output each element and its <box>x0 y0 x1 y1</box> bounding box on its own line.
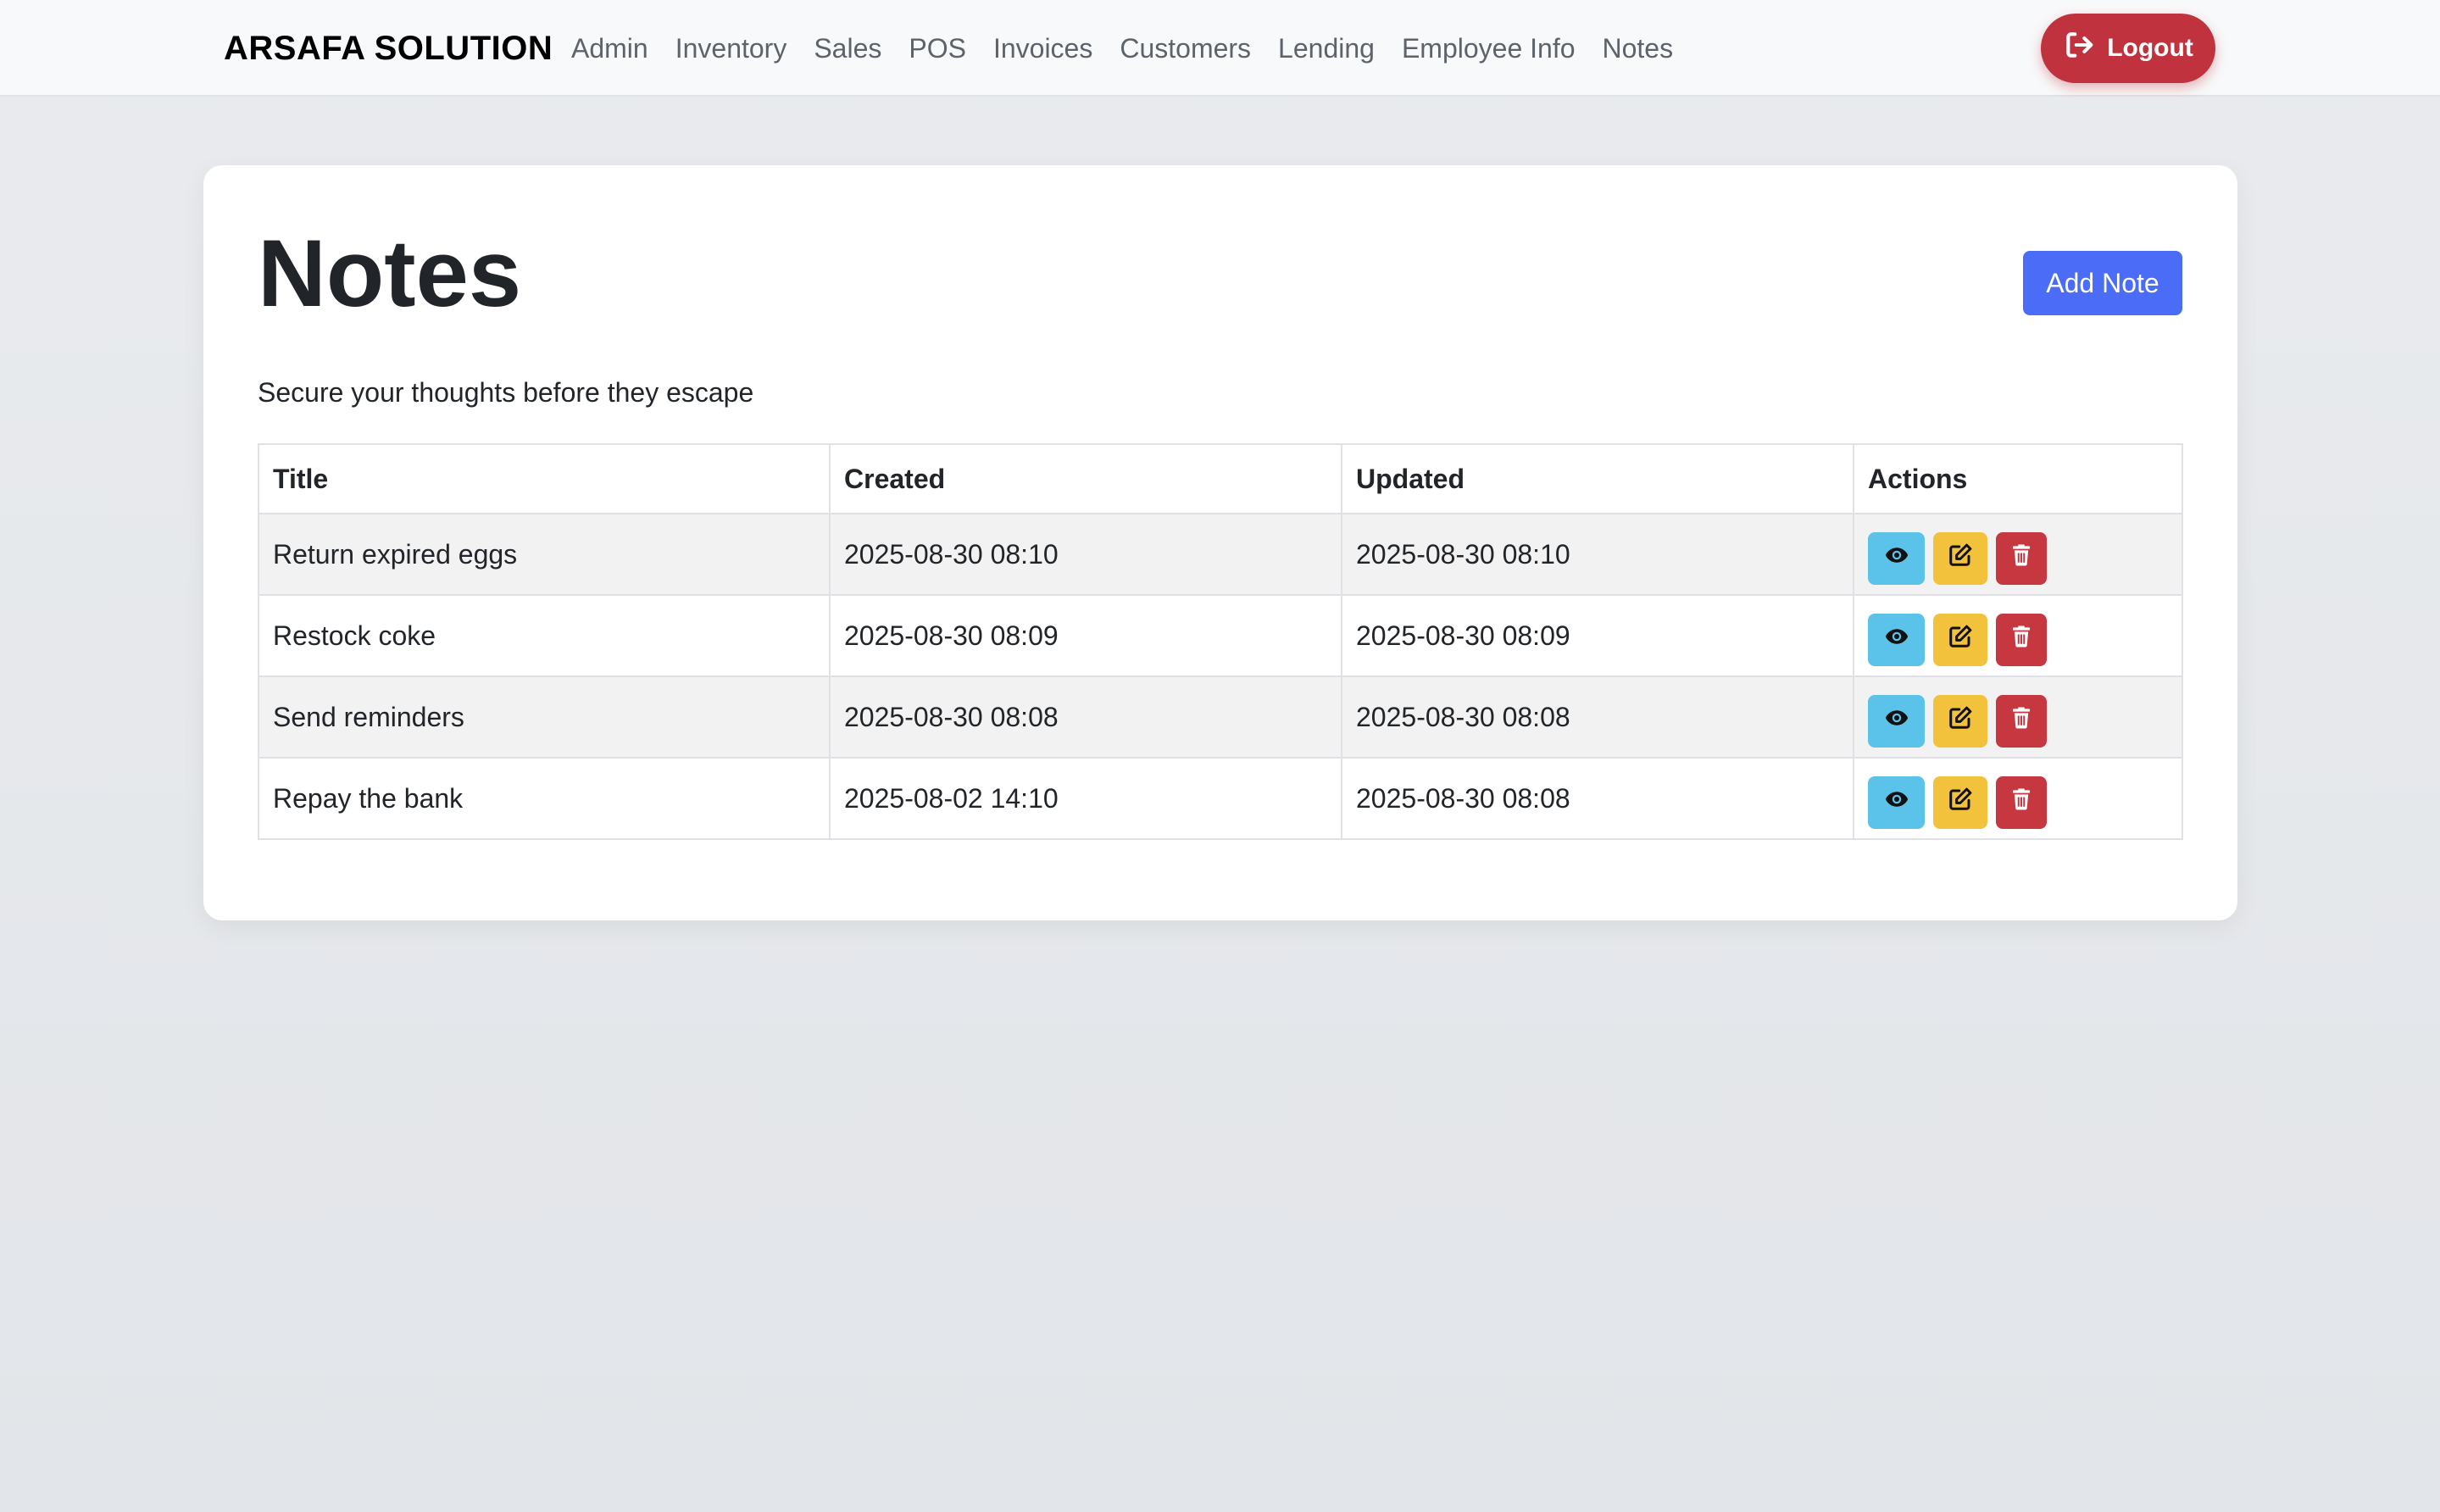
note-title-cell: Restock coke <box>258 594 831 677</box>
trash-icon <box>2009 542 2034 575</box>
delete-note-button[interactable] <box>1996 776 2047 829</box>
nav-link-inventory[interactable]: Inventory <box>662 33 801 64</box>
note-title-cell: Return expired eggs <box>258 513 831 596</box>
notes-table: Title Created Updated Actions Return exp… <box>258 443 2183 840</box>
nav-link-pos[interactable]: POS <box>895 33 980 64</box>
add-note-button[interactable]: Add Note <box>2023 251 2182 315</box>
view-note-button[interactable] <box>1868 532 1925 585</box>
note-updated-cell: 2025-08-30 08:09 <box>1341 594 1854 677</box>
trash-icon <box>2009 787 2034 819</box>
page-title: Notes <box>258 220 522 326</box>
column-header-title: Title <box>258 443 831 514</box>
eye-icon <box>1884 787 1909 819</box>
note-updated-cell: 2025-08-30 08:08 <box>1341 757 1854 840</box>
eye-icon <box>1884 624 1909 656</box>
view-note-button[interactable] <box>1868 776 1925 829</box>
nav-link-customers[interactable]: Customers <box>1106 33 1264 64</box>
note-title-cell: Repay the bank <box>258 757 831 840</box>
eye-icon <box>1884 542 1909 575</box>
notes-card: Notes Add Note Secure your thoughts befo… <box>203 165 2237 920</box>
nav-link-lending[interactable]: Lending <box>1264 33 1388 64</box>
table-header-row: Title Created Updated Actions <box>258 443 2183 514</box>
nav-link-invoices[interactable]: Invoices <box>980 33 1106 64</box>
edit-icon <box>1948 542 1973 575</box>
nav-link-admin[interactable]: Admin <box>571 33 662 64</box>
table-row: Return expired eggs 2025-08-30 08:10 202… <box>258 513 2183 596</box>
note-actions-cell <box>1853 513 2183 596</box>
view-note-button[interactable] <box>1868 614 1925 666</box>
top-navbar: ARSAFA SOLUTION Admin Inventory Sales PO… <box>0 0 2440 97</box>
edit-icon <box>1948 624 1973 656</box>
view-note-button[interactable] <box>1868 695 1925 748</box>
note-updated-cell: 2025-08-30 08:10 <box>1341 513 1854 596</box>
edit-note-button[interactable] <box>1933 695 1987 748</box>
nav-links: Admin Inventory Sales POS Invoices Custo… <box>571 0 1687 97</box>
trash-icon <box>2009 705 2034 737</box>
note-updated-cell: 2025-08-30 08:08 <box>1341 675 1854 759</box>
edit-icon <box>1948 705 1973 737</box>
delete-note-button[interactable] <box>1996 532 2047 585</box>
sign-out-icon <box>2063 29 2095 68</box>
edit-note-button[interactable] <box>1933 532 1987 585</box>
brand-logo[interactable]: ARSAFA SOLUTION <box>224 0 553 97</box>
note-created-cell: 2025-08-30 08:08 <box>829 675 1342 759</box>
column-header-actions: Actions <box>1853 443 2183 514</box>
edit-note-button[interactable] <box>1933 614 1987 666</box>
trash-icon <box>2009 624 2034 656</box>
eye-icon <box>1884 705 1909 737</box>
note-actions-cell <box>1853 594 2183 677</box>
delete-note-button[interactable] <box>1996 695 2047 748</box>
nav-link-notes[interactable]: Notes <box>1589 33 1687 64</box>
edit-icon <box>1948 787 1973 819</box>
logout-button[interactable]: Logout <box>2041 14 2215 83</box>
note-created-cell: 2025-08-02 14:10 <box>829 757 1342 840</box>
note-actions-cell <box>1853 675 2183 759</box>
note-created-cell: 2025-08-30 08:09 <box>829 594 1342 677</box>
column-header-updated: Updated <box>1341 443 1854 514</box>
column-header-created: Created <box>829 443 1342 514</box>
table-row: Restock coke 2025-08-30 08:09 2025-08-30… <box>258 594 2183 677</box>
nav-link-employee-info[interactable]: Employee Info <box>1388 33 1589 64</box>
logout-label: Logout <box>2107 34 2193 62</box>
edit-note-button[interactable] <box>1933 776 1987 829</box>
nav-link-sales[interactable]: Sales <box>800 33 895 64</box>
note-title-cell: Send reminders <box>258 675 831 759</box>
table-row: Send reminders 2025-08-30 08:08 2025-08-… <box>258 675 2183 759</box>
table-row: Repay the bank 2025-08-02 14:10 2025-08-… <box>258 757 2183 840</box>
delete-note-button[interactable] <box>1996 614 2047 666</box>
page-subtitle: Secure your thoughts before they escape <box>258 377 754 408</box>
note-created-cell: 2025-08-30 08:10 <box>829 513 1342 596</box>
note-actions-cell <box>1853 757 2183 840</box>
